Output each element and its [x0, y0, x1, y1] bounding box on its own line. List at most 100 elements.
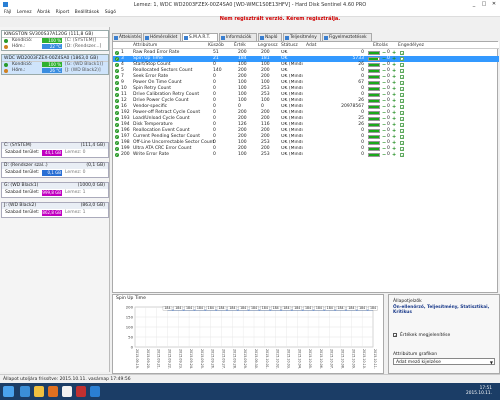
explorer-icon[interactable] [34, 386, 44, 397]
enable-checkbox[interactable]: ✓ [400, 129, 404, 134]
enable-checkbox[interactable]: ✓ [400, 51, 404, 56]
menu-charts[interactable]: Ábrák [37, 9, 50, 17]
minus-icon[interactable]: − [382, 105, 386, 110]
minimize-button[interactable]: _ [469, 1, 479, 8]
minus-icon[interactable]: − [382, 123, 386, 128]
minus-icon[interactable]: − [382, 99, 386, 104]
ok-icon: ✓ [115, 75, 119, 79]
plus-icon[interactable]: + [392, 99, 396, 104]
enable-checkbox[interactable]: ✓ [400, 105, 404, 110]
plus-icon[interactable]: + [392, 141, 396, 146]
plus-icon[interactable]: + [392, 147, 396, 152]
log-icon [260, 36, 264, 40]
minus-icon[interactable]: − [382, 135, 386, 140]
show-values-label[interactable]: Értékek megjelenítése [400, 333, 450, 338]
col-status[interactable]: Státusz [281, 43, 298, 48]
enable-checkbox[interactable]: ✓ [400, 147, 404, 152]
plus-icon[interactable]: + [392, 123, 396, 128]
minus-icon[interactable]: − [382, 87, 386, 92]
plus-icon[interactable]: + [392, 111, 396, 116]
registration-notice[interactable]: Nem regisztrált verzió. Kérem regisztrál… [200, 16, 360, 22]
tab-temperature[interactable]: Hőmérséklet [143, 33, 181, 41]
volume-item[interactable]: D: (Rendszer szal..) (0,1 GB) Szabad terül… [1, 162, 109, 178]
col-threshold[interactable]: Küszöb [208, 43, 224, 48]
tab-smart[interactable]: S.M.A.R.T. [182, 33, 218, 41]
enable-checkbox[interactable]: ✓ [400, 111, 404, 116]
enable-checkbox[interactable]: ✓ [400, 135, 404, 140]
plus-icon[interactable]: + [392, 153, 396, 158]
chrome-icon[interactable] [62, 386, 72, 397]
ie-icon[interactable] [20, 386, 30, 397]
minus-icon[interactable]: − [382, 129, 386, 134]
enable-checkbox[interactable]: ✓ [400, 141, 404, 146]
minus-icon[interactable]: − [382, 69, 386, 74]
hdsentinel-taskbar-icon[interactable] [90, 386, 100, 397]
enable-checkbox[interactable]: ✓ [400, 153, 404, 158]
enable-checkbox[interactable]: ✓ [400, 69, 404, 74]
enable-checkbox[interactable]: ✓ [400, 117, 404, 122]
tab-information[interactable]: Információk [219, 33, 257, 41]
col-data[interactable]: Adat [306, 43, 316, 48]
plus-icon[interactable]: + [392, 51, 396, 56]
plus-icon[interactable]: + [392, 135, 396, 140]
tab-overview[interactable]: Áttekintés [112, 33, 142, 41]
disk-item[interactable]: WDC WD2003FZEX-00Z4SA0 (1863,0 GB) Kondíc… [1, 54, 109, 75]
show-values-checkbox[interactable]: ✓ [393, 333, 397, 338]
plus-icon[interactable]: + [392, 105, 396, 110]
graph-mode-select[interactable]: Adat mező kijelzése ▼ [393, 358, 495, 365]
enable-checkbox[interactable]: ✓ [400, 81, 404, 86]
table-row[interactable]: ✓200Write Error Rate0100253OK (Mindig ..… [113, 152, 499, 158]
plus-icon[interactable]: + [392, 129, 396, 134]
minus-icon[interactable]: − [382, 63, 386, 68]
enable-checkbox[interactable]: ✓ [400, 123, 404, 128]
minus-icon[interactable]: − [382, 117, 386, 122]
plus-icon[interactable]: + [392, 81, 396, 86]
plus-icon[interactable]: + [392, 117, 396, 122]
data-label: 184 [370, 306, 376, 310]
enable-checkbox[interactable]: ✓ [400, 57, 404, 62]
volume-item[interactable]: G: (WD Black1) (1000,0 GB) Szabad terület:… [1, 182, 109, 198]
disk-item[interactable]: KINGSTON SV300S37A120G (111,8 GB) Kondíci… [1, 30, 109, 51]
plus-icon[interactable]: + [392, 57, 396, 62]
plus-icon[interactable]: + [392, 75, 396, 80]
plus-icon[interactable]: + [392, 93, 396, 98]
volume-item[interactable]: J: (WD Black2) (863,0 GB) Szabad terület: 8… [1, 202, 109, 218]
tab-alerts[interactable]: Figyelmeztetések [322, 33, 372, 41]
close-button[interactable]: ✕ [489, 1, 499, 8]
app-icon-red[interactable] [76, 386, 86, 397]
plus-icon[interactable]: + [392, 63, 396, 68]
enable-checkbox[interactable]: ✓ [400, 93, 404, 98]
tab-performance[interactable]: Teljesítmény [283, 33, 321, 41]
minus-icon[interactable]: − [382, 147, 386, 152]
minus-icon[interactable]: − [382, 93, 386, 98]
menu-file[interactable]: Fájl [4, 9, 11, 17]
menu-report[interactable]: Riport [56, 9, 70, 17]
menu-disk[interactable]: Lemez [17, 9, 32, 17]
maximize-button[interactable]: □ [479, 1, 489, 8]
menu-help[interactable]: Súgó [105, 9, 116, 17]
firefox-icon[interactable] [48, 386, 58, 397]
col-value[interactable]: Érték [234, 43, 246, 48]
minus-icon[interactable]: − [382, 111, 386, 116]
start-button[interactable] [3, 386, 14, 397]
enable-checkbox[interactable]: ✓ [400, 87, 404, 92]
minus-icon[interactable]: − [382, 57, 386, 62]
chart-canvas: 200 150 100 50 02015.09.19. 2015.09.20. 2015.0… [126, 305, 378, 369]
enable-checkbox[interactable]: ✓ [400, 99, 404, 104]
menu-settings[interactable]: Beállítások [75, 9, 100, 17]
plus-icon[interactable]: + [392, 87, 396, 92]
col-enable[interactable]: Engedélyez [398, 43, 424, 48]
minus-icon[interactable]: − [382, 81, 386, 86]
minus-icon[interactable]: − [382, 75, 386, 80]
tab-log[interactable]: Napló [258, 33, 282, 41]
enable-checkbox[interactable]: ✓ [400, 63, 404, 68]
col-offset[interactable]: Eltolás [373, 43, 388, 48]
minus-icon[interactable]: − [382, 51, 386, 56]
volume-item[interactable]: C: (SYSTEM) (111,4 GB) Szabad terület: 44,1… [1, 142, 109, 158]
col-worst[interactable]: Legrosszabb [258, 43, 278, 48]
minus-icon[interactable]: − [382, 153, 386, 158]
col-attribute[interactable]: Attribútum [133, 43, 157, 48]
enable-checkbox[interactable]: ✓ [400, 75, 404, 80]
minus-icon[interactable]: − [382, 141, 386, 146]
plus-icon[interactable]: + [392, 69, 396, 74]
